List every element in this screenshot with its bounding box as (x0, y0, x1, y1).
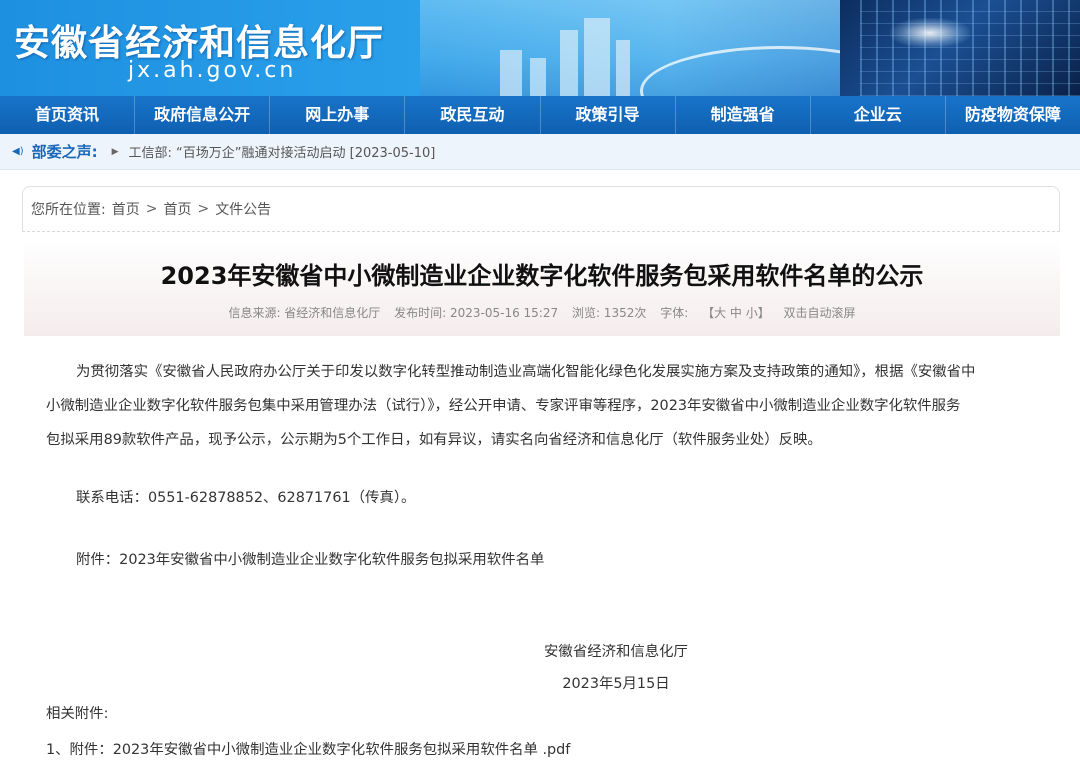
breadcrumb-separator: > (197, 201, 210, 217)
ticker-label: 部委之声: (31, 143, 98, 161)
banner-building (616, 40, 630, 96)
meta-source: 信息来源: 省经济和信息化厅 (228, 306, 381, 320)
breadcrumb-category-link[interactable]: 文件公告 (215, 199, 271, 219)
breadcrumb-prefix: 您所在位置: (31, 202, 106, 218)
news-ticker: ◀) 部委之声: ▶ 工信部: “百场万企”融通对接活动启动 [2023-05-… (0, 134, 1080, 170)
related-label: 相关附件: (46, 706, 109, 722)
site-url[interactable]: jx.ah.gov.cn (128, 58, 296, 83)
speaker-icon: ◀) (12, 146, 24, 157)
signature-org: 安徽省经济和信息化厅 (544, 644, 688, 660)
nav-item-gov-info[interactable]: 政府信息公开 (135, 96, 271, 134)
header-banner: 安徽省经济和信息化厅 jx.ah.gov.cn (0, 0, 1080, 96)
nav-item-manufacturing[interactable]: 制造强省 (676, 96, 811, 134)
banner-building (500, 50, 522, 96)
nav-item-epidemic-supplies[interactable]: 防疫物资保障 (946, 96, 1080, 134)
meta-font-label: 字体: (660, 306, 689, 320)
banner-building (530, 58, 546, 96)
banner-grid (860, 0, 1080, 96)
nav-item-home-news[interactable]: 首页资讯 (0, 96, 136, 134)
breadcrumb-home-link[interactable]: 首页 (112, 199, 140, 219)
contact-line: 联系电话：0551-62878852、62871761（传真）。 (76, 490, 416, 506)
paragraph-line: 包拟采用89款软件产品，现予公示，公示期为5个工作日，如有异议，请实名向省经济和… (46, 432, 822, 448)
ticker-link[interactable]: 工信部: “百场万企”融通对接活动启动 [2023-05-10] (129, 142, 436, 161)
breadcrumb-separator: > (145, 201, 158, 217)
meta-views: 浏览: 1352次 (571, 306, 647, 320)
banner-building (560, 30, 578, 96)
article-title: 2023年安徽省中小微制造业企业数字化软件服务包采用软件名单的公示 (160, 262, 924, 290)
meta-time: 发布时间: 2023-05-16 15:27 (394, 306, 559, 320)
related-file-link[interactable]: 1、附件：2023年安徽省中小微制造业企业数字化软件服务包拟采用软件名单 .pd… (46, 738, 570, 759)
paragraph-line: 小微制造业企业数字化软件服务包集中采用管理办法（试行）》，经公开申请、专家评审等… (46, 398, 961, 414)
article-header: 2023年安徽省中小微制造业企业数字化软件服务包采用软件名单的公示 信息来源: … (24, 238, 1060, 336)
article-meta: 信息来源: 省经济和信息化厅 发布时间: 2023-05-16 15:27 浏览… (24, 304, 1060, 321)
arrow-right-icon: ▶ (111, 146, 119, 157)
nav-item-interaction[interactable]: 政民互动 (405, 96, 541, 134)
breadcrumb: 您所在位置: 首页 > 首页 > 文件公告 (22, 186, 1060, 232)
breadcrumb-home-link-2[interactable]: 首页 (163, 199, 191, 219)
nav-item-online-service[interactable]: 网上办事 (270, 96, 406, 134)
font-size-switcher[interactable]: 【大 中 小】 (702, 306, 770, 320)
paragraph-line: 为贯彻落实《安徽省人民政府办公厅关于印发以数字化转型推动制造业高端化智能化绿色化… (76, 364, 976, 380)
nav-item-enterprise-cloud[interactable]: 企业云 (811, 96, 946, 134)
main-nav: 首页资讯 政府信息公开 网上办事 政民互动 政策引导 制造强省 企业云 防疫物资… (0, 96, 1080, 134)
signature-date: 2023年5月15日 (562, 676, 670, 692)
banner-building (584, 18, 610, 96)
nav-item-policy[interactable]: 政策引导 (541, 96, 676, 134)
auto-scroll-toggle[interactable]: 双击自动滚屏 (784, 306, 856, 320)
attachment-note: 附件：2023年安徽省中小微制造业企业数字化软件服务包拟采用软件名单 (76, 552, 545, 568)
banner-glow (890, 18, 970, 48)
